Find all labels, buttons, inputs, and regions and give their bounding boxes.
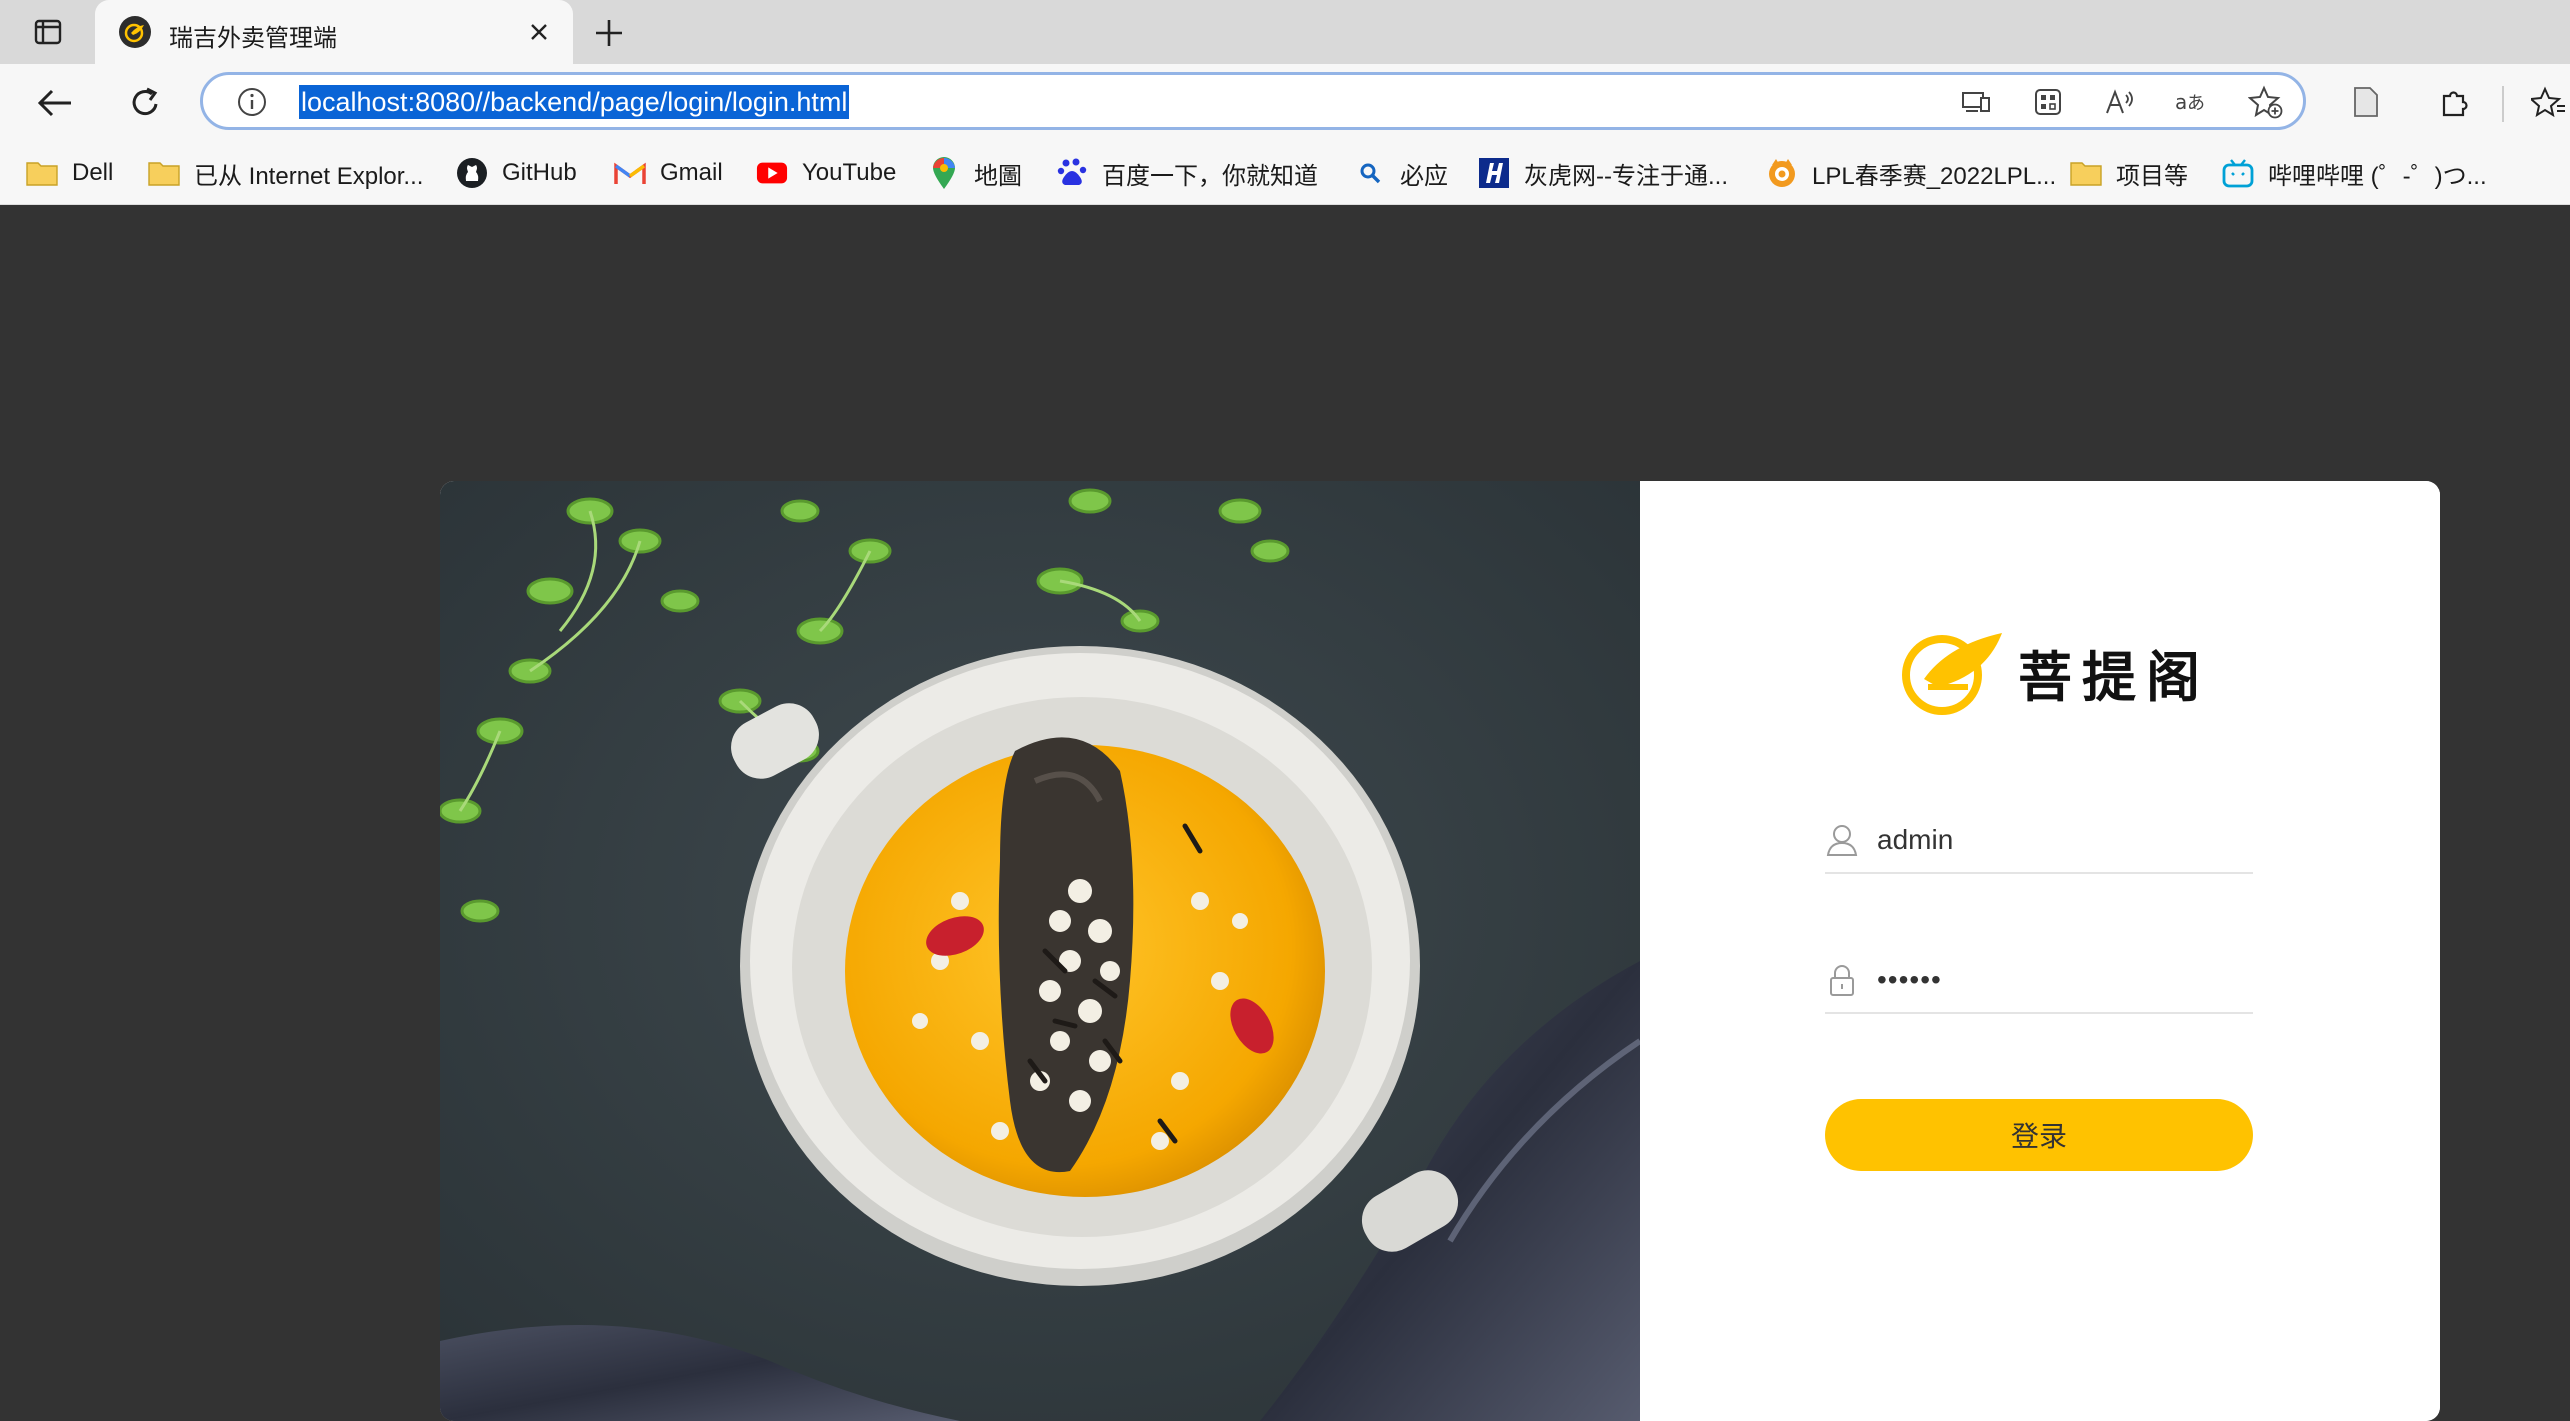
refresh-icon[interactable] [124,82,166,124]
bookmark-item[interactable]: 百度一下，你就知道 [1056,154,1318,192]
bookmark-label: 必应 [1400,162,1448,190]
bookmark-label: 哔哩哔哩 (゜-゜)つ... [2268,162,2487,190]
bookmark-label: YouTube [802,159,897,186]
browser-tab-strip: 瑞吉外卖管理端 [0,0,2570,64]
leaf-logo-favicon-icon [119,16,151,48]
url-text[interactable]: localhost:8080//backend/page/login/login… [299,85,850,119]
bookmark-item[interactable]: 灰虎网--专注于通... [1478,154,1728,192]
tab-actions-menu-icon[interactable] [30,14,66,50]
svg-text:a: a [2175,90,2187,114]
youtube-icon [756,157,788,189]
site-info-icon[interactable] [235,85,269,119]
bookmark-label: 灰虎网--专注于通... [1524,162,1728,190]
new-tab-plus-icon[interactable] [590,14,628,52]
bookmark-label: Dell [72,159,114,186]
back-arrow-icon[interactable] [34,82,76,124]
login-button[interactable]: 登录 [1825,1099,2253,1171]
brand-name: 菩提阁 [2018,646,2210,709]
browser-toolbar: localhost:8080//backend/page/login/login… [0,64,2570,142]
apps-grid-icon[interactable] [2029,83,2067,121]
bookmark-item[interactable]: Dell [26,154,113,192]
bookmark-item[interactable]: 已从 Internet Explor... [148,154,423,192]
bookmarks-bar: Dell 已从 Internet Explor... GitHub Gmail … [0,142,2570,205]
bilibili-icon [2222,157,2254,189]
bookmark-label: 百度一下，你就知道 [1102,162,1318,190]
toolbar-divider [2502,86,2504,122]
maps-icon [928,157,960,189]
favorites-star-icon[interactable] [2526,80,2570,124]
folder-icon [148,157,180,189]
gmail-icon [614,157,646,189]
bookmark-item[interactable]: 哔哩哔哩 (゜-゜)つ... [2222,154,2487,192]
bookmark-item[interactable]: Gmail [614,154,723,192]
brand-logo: 菩提阁 [1898,625,2210,720]
translate-icon[interactable]: aあ [2173,83,2211,121]
bookmark-item[interactable]: YouTube [756,154,896,192]
lpl-icon [1766,157,1798,189]
username-input[interactable] [1877,820,2247,860]
bing-search-icon [1354,157,1386,189]
svg-text:あ: あ [2187,93,2205,114]
add-favorite-star-icon[interactable] [2247,83,2285,121]
bookmark-label: 地圖 [974,162,1022,190]
leaf-bowl-logo-icon [1898,625,2008,720]
bookmark-label: Gmail [660,159,723,186]
password-input[interactable] [1877,960,2247,1000]
baidu-icon [1056,157,1088,189]
tab-title: 瑞吉外卖管理端 [169,25,337,52]
github-icon [456,157,488,189]
bookmark-item[interactable]: 地圖 [928,154,1022,192]
bookmark-item[interactable]: GitHub [456,154,577,192]
bookmark-label: 项目等 [2116,162,2188,190]
address-bar[interactable]: localhost:8080//backend/page/login/login… [200,72,2306,130]
device-cast-icon[interactable] [1957,83,1995,121]
bookmark-label: GitHub [502,159,577,186]
username-field [1825,810,2253,874]
bookmark-item[interactable]: 项目等 [2070,154,2188,192]
folder-icon [2070,157,2102,189]
bookmark-label: 已从 Internet Explor... [194,162,424,190]
read-aloud-icon[interactable] [2101,83,2139,121]
extensions-puzzle-icon[interactable] [2432,80,2476,124]
bookmark-item[interactable]: LPL春季赛_2022LPL... [1766,154,2056,192]
user-icon [1825,822,1859,858]
password-field [1825,950,2253,1014]
food-photo [440,481,1642,1421]
lock-icon [1825,962,1859,998]
folder-icon [26,157,58,189]
tab-active[interactable]: 瑞吉外卖管理端 [95,0,573,64]
close-icon[interactable] [523,16,555,48]
huihu-icon [1478,157,1510,189]
bookmark-item[interactable]: 必应 [1354,154,1448,192]
collections-icon[interactable] [2344,80,2388,124]
bookmark-label: LPL春季赛_2022LPL... [1812,162,2057,190]
